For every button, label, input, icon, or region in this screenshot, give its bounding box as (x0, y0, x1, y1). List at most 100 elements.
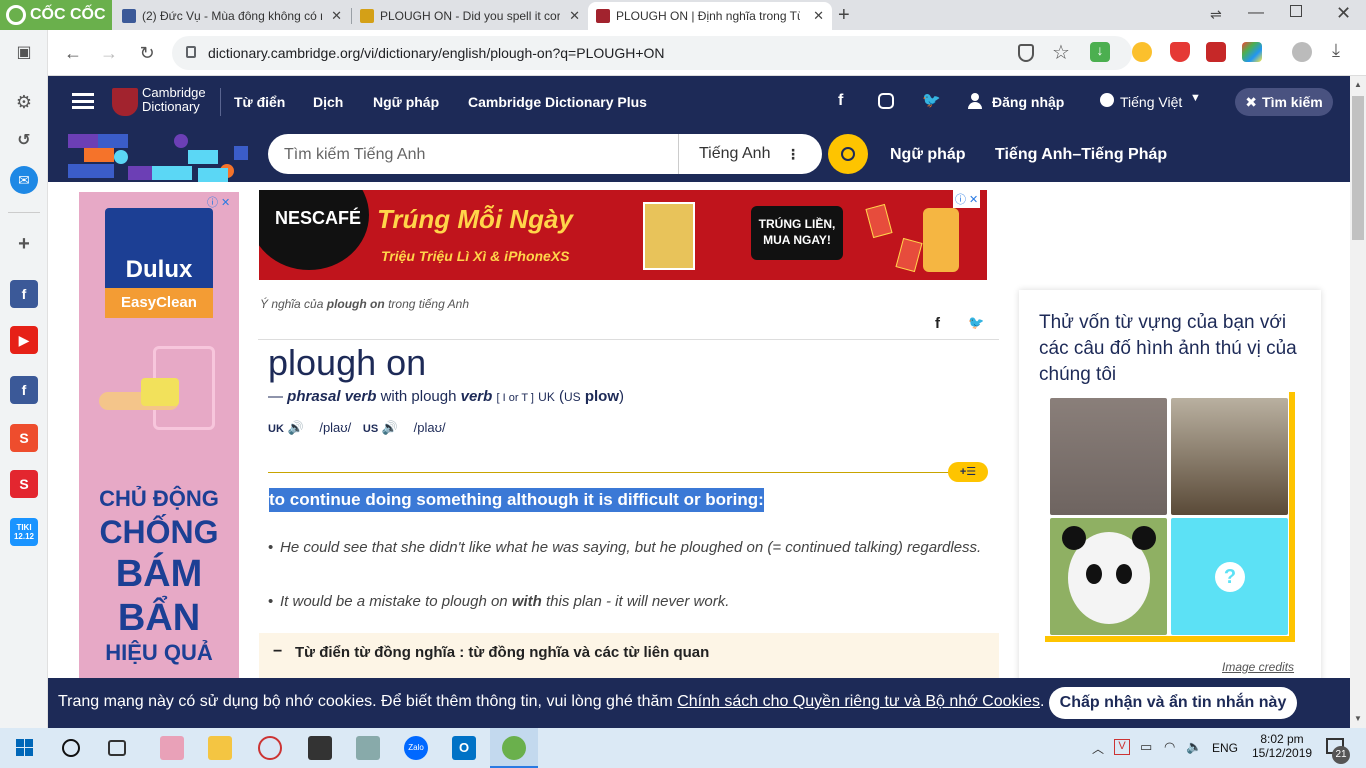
outlook-icon[interactable]: O (452, 736, 476, 760)
shopee-icon[interactable]: S (10, 424, 38, 452)
ad-info-icon[interactable]: ⓘ ✕ (953, 190, 981, 208)
nav-translate[interactable]: Dịch (313, 94, 343, 110)
close-icon[interactable]: ✕ (331, 8, 342, 24)
adblock-ext-icon[interactable] (1170, 42, 1190, 62)
reload-icon[interactable]: ↻ (134, 40, 160, 66)
sendo-icon[interactable]: S (10, 470, 38, 498)
maximize-icon[interactable] (1290, 5, 1302, 17)
hamburger-menu-icon[interactable] (72, 93, 94, 109)
active-task[interactable] (490, 728, 538, 768)
download-ext-icon[interactable]: ↓ (1090, 42, 1110, 62)
windows-start-icon[interactable] (14, 736, 38, 760)
nav-grammar[interactable]: Ngữ pháp (373, 94, 439, 110)
definition-text: to continue doing something although it … (269, 488, 764, 512)
tab-menu-icon[interactable]: ⇌ (1210, 6, 1222, 23)
collapse-icon[interactable]: − (273, 643, 282, 661)
settings-icon[interactable]: ⚙ (10, 88, 38, 116)
clock-date: 15/12/2019 (1252, 746, 1313, 760)
nav-plus[interactable]: Cambridge Dictionary Plus (468, 94, 647, 110)
tab-title: PLOUGH ON | Định nghĩa trong Từ (616, 9, 800, 23)
tray-chevron-icon[interactable]: ︿ (1092, 740, 1104, 757)
tab-title: (2) Đức Vụ - Mùa đông không có n (142, 9, 322, 23)
cookie-policy-link[interactable]: Chính sách cho Quyền riêng tư và Bộ nhớ … (677, 693, 1040, 710)
avatar[interactable] (1292, 42, 1312, 62)
speaker-us-icon[interactable]: 🔊 (382, 420, 398, 435)
share-twitter-icon[interactable]: 🐦 (968, 315, 984, 331)
pron-uk-label: UK (268, 423, 284, 435)
minimize-icon[interactable]: — (1248, 4, 1264, 22)
image-credits-link[interactable]: Image credits (1222, 660, 1294, 674)
facebook-icon[interactable]: f (10, 376, 38, 404)
panda-image[interactable] (1050, 518, 1167, 635)
coccoc-menu-button[interactable]: CỐC CỐC (0, 0, 112, 30)
search-placeholder: Tìm kiếm Tiếng Anh (284, 146, 426, 163)
hippo-image[interactable] (1050, 398, 1167, 515)
scrollbar-thumb[interactable] (1352, 96, 1364, 240)
tab-2[interactable]: PLOUGH ON - Did you spell it corr ✕ (352, 2, 588, 30)
new-tab-icon[interactable]: + (838, 4, 850, 27)
twitter-icon[interactable]: 🐦 (922, 91, 941, 109)
seal-image[interactable] (1171, 398, 1288, 515)
search-language-select[interactable]: Tiếng Anh ⋮ (678, 134, 822, 174)
forward-icon[interactable]: → (96, 40, 122, 66)
add-to-list-button[interactable]: +☰ (948, 462, 988, 482)
nav-dictionary[interactable]: Từ điển (234, 94, 285, 110)
search-icon[interactable] (62, 739, 80, 757)
wifi-icon[interactable]: ◠ (1164, 739, 1175, 755)
facebook-icon[interactable]: f (838, 92, 843, 110)
close-icon[interactable]: ✕ (569, 8, 580, 24)
ad-cta-button[interactable]: TRÚNG LIỀN, MUA NGAY! (751, 206, 843, 260)
close-icon[interactable]: ✕ (813, 8, 824, 24)
chrome-ext-icon[interactable] (1132, 42, 1152, 62)
address-bar[interactable]: dictionary.cambridge.org/vi/dictionary/e… (172, 36, 1132, 70)
top-advertisement[interactable]: NESCAFÉ Trúng Mỗi Ngày Triệu Triệu Lì Xì… (259, 190, 987, 280)
search-input[interactable]: Tìm kiếm Tiếng Anh Tiếng Anh ⋮ (268, 134, 822, 174)
grammar-link[interactable]: Ngữ pháp (890, 146, 966, 164)
mystery-image[interactable]: ? (1171, 518, 1288, 635)
tab-3-active[interactable]: PLOUGH ON | Định nghĩa trong Từ ✕ (588, 2, 832, 30)
pdf-ext-icon[interactable] (1206, 42, 1226, 62)
volume-icon[interactable]: 🔈 (1186, 739, 1202, 755)
downloads-icon[interactable]: ⤓ (1332, 40, 1340, 61)
app-icon-2[interactable] (258, 736, 282, 760)
quiz-promo[interactable]: Thử vốn từ vựng của bạn với các câu đố h… (1019, 290, 1321, 678)
left-advertisement[interactable]: ⓘ ✕ Dulux EasyClean CHỦ ĐỘNG CHỐNG BÁM B… (79, 192, 239, 678)
search-button[interactable] (828, 134, 868, 174)
add-app-icon[interactable]: + (10, 230, 38, 258)
site-logo[interactable]: Cambridge Dictionary (142, 86, 206, 114)
shield-icon[interactable] (1018, 44, 1034, 62)
history-icon[interactable]: ↺ (10, 126, 38, 154)
facebook-icon[interactable]: f (10, 280, 38, 308)
speaker-uk-icon[interactable]: 🔊 (288, 420, 304, 435)
instagram-icon[interactable] (878, 93, 894, 109)
task-view-icon[interactable] (108, 740, 126, 756)
file-explorer-icon[interactable] (208, 736, 232, 760)
tab-1[interactable]: (2) Đức Vụ - Mùa đông không có n ✕ (114, 2, 350, 30)
battery-icon[interactable]: ▭ (1140, 739, 1152, 755)
language-selector[interactable]: Tiếng Việt (1120, 94, 1182, 110)
zalo-icon[interactable]: Zalo (404, 736, 428, 760)
bookmark-star-icon[interactable]: ☆ (1052, 40, 1070, 65)
login-link[interactable]: Đăng nhập (992, 94, 1064, 110)
youtube-icon[interactable]: ▶ (10, 326, 38, 354)
share-facebook-icon[interactable]: f (935, 315, 940, 332)
back-icon[interactable]: ← (60, 40, 86, 66)
en-fr-link[interactable]: Tiếng Anh–Tiếng Pháp (995, 146, 1167, 164)
messenger-icon[interactable]: ✉ (10, 166, 38, 194)
app-icon-3[interactable] (308, 736, 332, 760)
app-icon-1[interactable] (160, 736, 184, 760)
scroll-up-icon[interactable]: ▲ (1354, 80, 1362, 89)
scroll-down-icon[interactable]: ▼ (1354, 714, 1362, 723)
input-language[interactable]: ENG (1212, 741, 1238, 755)
accept-cookies-button[interactable]: Chấp nhận và ẩn tin nhắn này (1049, 687, 1297, 719)
tray-app-icon[interactable]: V (1114, 739, 1130, 755)
clock[interactable]: 8:02 pm 15/12/2019 (1252, 732, 1312, 760)
color-ext-icon[interactable] (1242, 42, 1262, 62)
tiki-icon[interactable]: TIKI 12.12 (10, 518, 38, 546)
app-icon-4[interactable] (356, 736, 380, 760)
search-toggle-button[interactable]: ✖ Tìm kiếm (1235, 88, 1333, 116)
thesaurus-section[interactable]: − Từ điển từ đồng nghĩa : từ đồng nghĩa … (259, 633, 999, 678)
page-scrollbar[interactable]: ▲ ▼ (1350, 76, 1366, 728)
sidebar-toggle-icon[interactable]: ▣ (10, 38, 38, 66)
window-close-icon[interactable]: ✕ (1336, 3, 1351, 24)
